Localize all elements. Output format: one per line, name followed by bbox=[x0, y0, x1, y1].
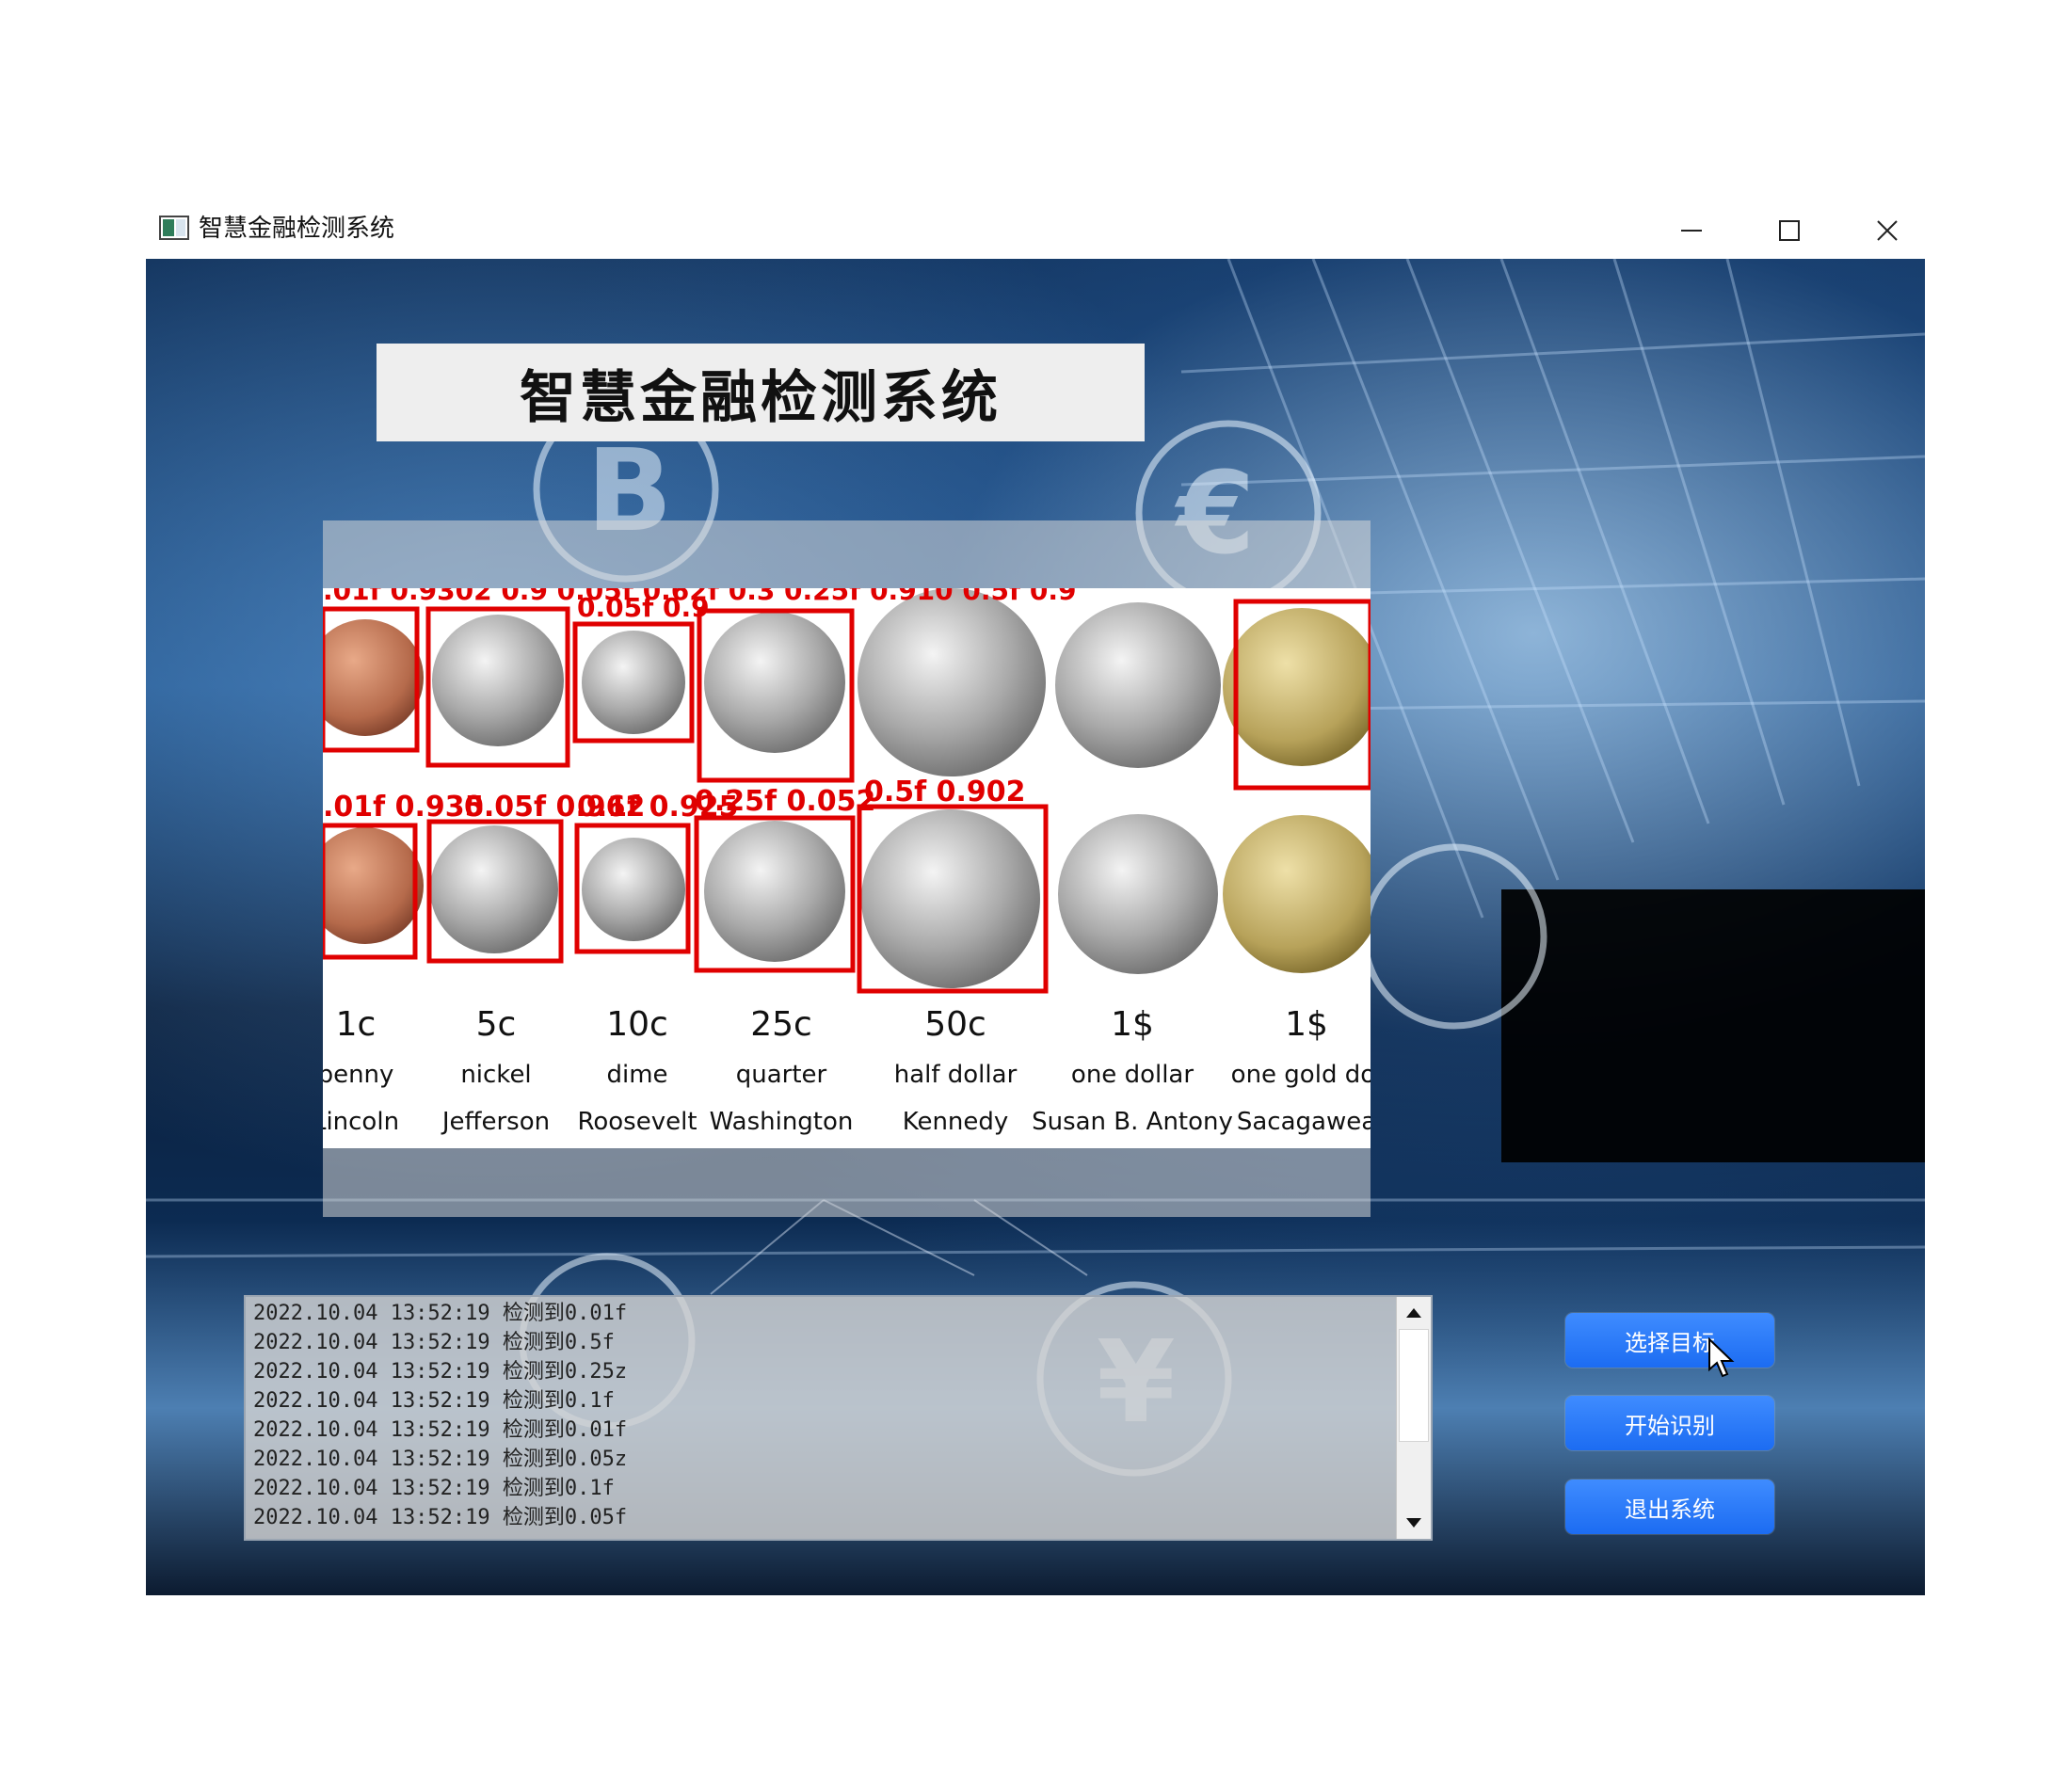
banner-title: 智慧金融检测系统 bbox=[520, 364, 1002, 431]
log-lines: 2022.10.04 13:52:19 检测到0.01f 2022.10.04 … bbox=[253, 1299, 627, 1532]
detection-label-row2-4: 0.25f 0.052 bbox=[695, 785, 875, 818]
mouse-cursor-icon bbox=[1708, 1337, 1735, 1378]
coin-value-3: 10c bbox=[606, 1005, 668, 1044]
coin-name-7: one gold dol bbox=[1231, 1061, 1371, 1089]
minimize-button[interactable] bbox=[1663, 207, 1720, 254]
coin-name-3: dime bbox=[606, 1061, 667, 1089]
coin-name-2: nickel bbox=[460, 1061, 531, 1089]
log-line: 2022.10.04 13:52:19 检测到0.1f bbox=[253, 1389, 615, 1413]
maximize-icon bbox=[1779, 220, 1800, 241]
log-line: 2022.10.04 13:52:19 检测到0.05f bbox=[253, 1506, 628, 1529]
detection-label-row1-2: 0.05f 0.9 bbox=[577, 592, 710, 623]
coin-person-3: Roosevelt bbox=[577, 1108, 697, 1136]
coin-photo: .01f 0.9302 0.9 0.05f 0.62f 0.3 0.25f 0.… bbox=[323, 588, 1371, 1136]
coin-person-7: Sacagawea bbox=[1237, 1108, 1371, 1136]
close-icon bbox=[1877, 220, 1898, 241]
log-line: 2022.10.04 13:52:19 检测到0.1f bbox=[253, 1477, 615, 1500]
app-window: 智慧金融检测系统 B € 智慧金融检测系统 .01f 0.9302 0.9 0.… bbox=[146, 202, 1925, 1595]
coin-value-7: 1$ bbox=[1285, 1005, 1328, 1044]
log-line: 2022.10.04 13:52:19 检测到0.25z bbox=[253, 1360, 628, 1384]
close-button[interactable] bbox=[1859, 207, 1916, 254]
maximize-button[interactable] bbox=[1761, 207, 1818, 254]
select-target-button[interactable]: 选择目标 bbox=[1565, 1313, 1774, 1368]
minimize-icon bbox=[1681, 230, 1702, 232]
log-line: 2022.10.04 13:52:19 检测到0.01f bbox=[253, 1302, 628, 1325]
triangle-down-icon bbox=[1406, 1518, 1421, 1528]
window-title: 智慧金融检测系统 bbox=[199, 215, 395, 243]
coin-person-5: Kennedy bbox=[903, 1108, 1009, 1136]
coin-name-1: penny bbox=[323, 1061, 393, 1089]
scroll-thumb[interactable] bbox=[1399, 1329, 1429, 1442]
start-recognition-button[interactable]: 开始识别 bbox=[1565, 1396, 1774, 1450]
log-scrollbar[interactable] bbox=[1396, 1297, 1431, 1539]
exit-system-button[interactable]: 退出系统 bbox=[1565, 1480, 1774, 1534]
detection-image: .01f 0.9302 0.9 0.05f 0.62f 0.3 0.25f 0.… bbox=[323, 588, 1371, 1148]
triangle-up-icon bbox=[1406, 1308, 1421, 1318]
coin-person-6: Susan B. Antony bbox=[1032, 1108, 1233, 1136]
scroll-up-button[interactable] bbox=[1397, 1297, 1431, 1329]
coin-value-1: 1c bbox=[336, 1005, 377, 1044]
coin-person-4: Washington bbox=[710, 1108, 854, 1136]
log-line: 2022.10.04 13:52:19 检测到0.05z bbox=[253, 1448, 628, 1471]
main-area: B € ¥ 智慧金融检测系统 bbox=[146, 259, 1925, 1595]
coin-person-1: Lincoln bbox=[323, 1108, 399, 1136]
coin-value-4: 25c bbox=[750, 1005, 812, 1044]
app-icon bbox=[159, 216, 189, 240]
log-textbox[interactable]: 2022.10.04 13:52:19 检测到0.01f 2022.10.04 … bbox=[244, 1295, 1433, 1541]
coin-name-5: half dollar bbox=[894, 1061, 1018, 1089]
image-panel: .01f 0.9302 0.9 0.05f 0.62f 0.3 0.25f 0.… bbox=[323, 520, 1371, 1217]
detection-label-row2-5: 0.5f 0.902 bbox=[864, 776, 1026, 808]
log-line: 2022.10.04 13:52:19 检测到0.5f bbox=[253, 1331, 615, 1354]
coin-name-4: quarter bbox=[736, 1061, 827, 1089]
coin-name-6: one dollar bbox=[1071, 1061, 1194, 1089]
coin-value-5: 50c bbox=[924, 1005, 986, 1044]
coin-person-2: Jefferson bbox=[441, 1108, 550, 1136]
coin-value-6: 1$ bbox=[1111, 1005, 1154, 1044]
coin-value-2: 5c bbox=[476, 1005, 517, 1044]
detection-label-row2-1: .01f 0.935 bbox=[323, 791, 485, 824]
log-line: 2022.10.04 13:52:19 检测到0.01f bbox=[253, 1418, 628, 1442]
scroll-down-button[interactable] bbox=[1397, 1507, 1431, 1539]
title-bar[interactable]: 智慧金融检测系统 bbox=[146, 202, 1925, 259]
banner: 智慧金融检测系统 bbox=[377, 344, 1145, 441]
